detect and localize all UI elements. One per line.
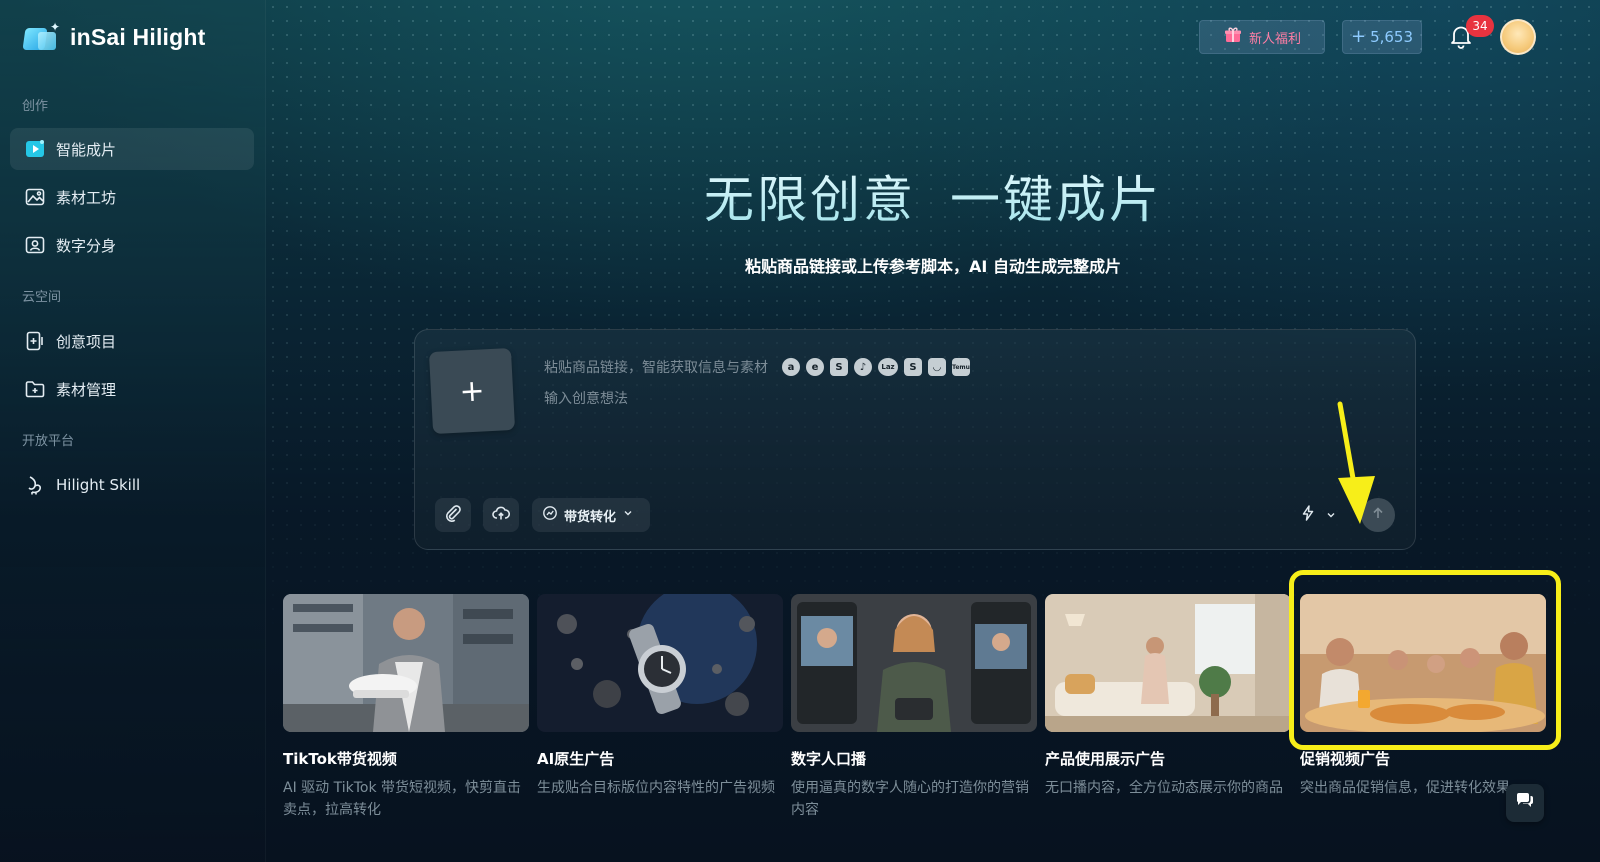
app-root: ✦ inSai Hilight 创作 智能成片 素材工坊 数字分身 云空间 创意… <box>0 0 1600 862</box>
card-title: TikTok带货视频 <box>283 750 397 768</box>
template-card-digital-human[interactable]: 数字人口播 使用逼真的数字人随心的打造你的营销内容 <box>791 594 1037 821</box>
sidebar-item-digital-avatar[interactable]: 数字分身 <box>10 224 254 266</box>
temu-icon: Temu <box>952 358 970 376</box>
card-description: 无口播内容，全方位动态展示你的商品 <box>1045 780 1283 796</box>
lazada-icon: Laz <box>878 358 898 376</box>
chat-support-button[interactable] <box>1506 784 1544 822</box>
card-title: 产品使用展示广告 <box>1045 750 1166 768</box>
card-thumbnail <box>283 594 529 732</box>
points-value: 5,653 <box>1370 28 1414 46</box>
card-thumbnail <box>791 594 1037 732</box>
plus-icon: + <box>458 372 486 410</box>
tiktok-icon: ♪ <box>854 358 872 376</box>
card-description: 生成贴合目标版位内容特性的广告视频 <box>537 780 775 796</box>
new-user-welfare-button[interactable]: 新人福利 <box>1199 20 1325 54</box>
points-button[interactable]: + 5,653 <box>1342 20 1422 54</box>
sidebar-item-asset-management[interactable]: 素材管理 <box>10 368 254 410</box>
amazon-icon: a <box>782 358 800 376</box>
image-workshop-icon <box>24 186 46 208</box>
folder-icon <box>24 378 46 400</box>
conversion-icon <box>542 505 558 525</box>
annotation-arrow-icon <box>1320 400 1390 530</box>
sidebar-item-hilight-skill[interactable]: Hilight Skill <box>10 464 254 506</box>
shopee-icon: S <box>830 358 848 376</box>
template-card-tiktok[interactable]: TikTok带货视频 AI 驱动 TikTok 带货短视频，快剪直击卖点，拉高转… <box>283 594 529 821</box>
plus-icon: + <box>1350 26 1367 47</box>
hero-title-part1: 无限创意 <box>704 171 916 229</box>
hero-title-part2: 一键成片 <box>950 171 1162 229</box>
gift-icon <box>1223 25 1243 49</box>
hero-subtitle: 粘贴商品链接或上传参考脚本，AI 自动生成完整成片 <box>745 257 1121 276</box>
template-card-product-showcase[interactable]: 产品使用展示广告 无口播内容，全方位动态展示你的商品 <box>1045 594 1291 821</box>
cloud-upload-icon <box>492 504 511 526</box>
card-thumbnail <box>1300 594 1546 732</box>
platform-icons: a e S ♪ Laz S ◡ Temu <box>782 358 970 376</box>
template-card-ai-native-ad[interactable]: AI原生广告 生成贴合目标版位内容特性的广告视频 <box>537 594 783 821</box>
product-link-placeholder: 粘贴商品链接，智能获取信息与素材 <box>544 360 768 376</box>
card-description: 使用逼真的数字人随心的打造你的营销内容 <box>791 780 1029 818</box>
shop-icon: ◡ <box>928 358 946 376</box>
idea-input[interactable]: 输入创意想法 <box>544 388 628 408</box>
prompt-composer: + 粘贴商品链接，智能获取信息与素材 a e S ♪ Laz S ◡ Temu … <box>414 329 1416 550</box>
section-label-open-platform: 开放平台 <box>22 434 75 449</box>
paperclip-icon <box>444 504 462 526</box>
lightning-icon <box>1299 504 1317 526</box>
creative-project-icon <box>24 330 46 352</box>
card-thumbnail <box>1045 594 1291 732</box>
sidebar-item-image-workshop[interactable]: 素材工坊 <box>10 176 254 218</box>
welfare-label: 新人福利 <box>1248 31 1301 47</box>
chat-bubble-icon <box>1514 790 1536 816</box>
sidebar-item-smart-video[interactable]: 智能成片 <box>10 128 254 170</box>
sidebar-item-label: Hilight Skill <box>56 476 141 494</box>
smart-video-icon <box>24 138 46 160</box>
card-title: AI原生广告 <box>537 750 615 768</box>
card-description: AI 驱动 TikTok 带货短视频，快剪直击卖点，拉高转化 <box>283 780 522 818</box>
sidebar-item-creative-project[interactable]: 创意项目 <box>10 320 254 362</box>
section-label-cloud: 云空间 <box>22 290 62 305</box>
chevron-down-icon <box>622 507 634 523</box>
sidebar-item-label: 数字分身 <box>56 236 117 255</box>
sidebar-item-label: 素材管理 <box>56 380 117 399</box>
sidebar: ✦ inSai Hilight 创作 智能成片 素材工坊 数字分身 云空间 创意… <box>0 0 266 862</box>
sidebar-item-label: 创意项目 <box>56 332 117 351</box>
upload-tile[interactable]: + <box>428 347 516 435</box>
shopify-icon: S <box>904 358 922 376</box>
logo-text: inSai Hilight <box>70 23 206 50</box>
sidebar-item-label: 素材工坊 <box>56 188 117 207</box>
cloud-upload-button[interactable] <box>483 498 519 532</box>
mode-select[interactable]: 带货转化 <box>532 498 650 532</box>
sidebar-item-label: 智能成片 <box>56 140 117 159</box>
product-link-input[interactable]: 粘贴商品链接，智能获取信息与素材 a e S ♪ Laz S ◡ Temu <box>544 357 970 377</box>
notification-badge: 34 <box>1466 15 1494 37</box>
card-thumbnail <box>537 594 783 732</box>
skill-icon <box>24 474 46 496</box>
logo-mark-icon: ✦ <box>22 20 62 54</box>
card-title: 促销视频广告 <box>1300 750 1391 768</box>
user-avatar[interactable] <box>1500 19 1536 55</box>
ebay-icon: e <box>806 358 824 376</box>
hero-title: 无限创意 一键成片 <box>266 160 1600 232</box>
card-title: 数字人口播 <box>791 750 867 768</box>
mode-label: 带货转化 <box>564 509 617 525</box>
app-logo[interactable]: ✦ inSai Hilight <box>22 20 206 54</box>
attach-button[interactable] <box>435 498 471 532</box>
section-label-create: 创作 <box>22 99 49 114</box>
digital-avatar-icon <box>24 234 46 256</box>
